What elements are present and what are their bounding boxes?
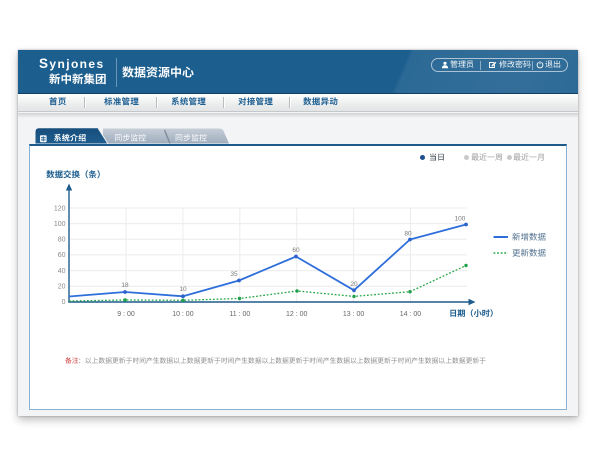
svg-text:20: 20: [58, 284, 66, 291]
svg-text:120: 120: [54, 205, 66, 212]
svg-text:40: 40: [58, 268, 66, 275]
svg-text:100: 100: [455, 215, 466, 222]
svg-text:60: 60: [58, 252, 66, 259]
svg-text:20: 20: [350, 281, 358, 288]
svg-text:80: 80: [404, 230, 412, 237]
svg-text:9 : 00: 9 : 00: [117, 311, 135, 318]
svg-text:12 : 00: 12 : 00: [286, 311, 308, 318]
svg-text:35: 35: [230, 271, 238, 278]
svg-text:10: 10: [179, 286, 187, 293]
svg-text:18: 18: [121, 282, 129, 289]
svg-text:100: 100: [54, 221, 66, 228]
svg-text:11 : 00: 11 : 00: [229, 311, 250, 318]
svg-text:60: 60: [292, 247, 300, 254]
svg-text:80: 80: [58, 237, 66, 244]
svg-text:14 : 00: 14 : 00: [400, 311, 422, 318]
svg-text:0: 0: [62, 299, 66, 306]
svg-text:10 : 00: 10 : 00: [172, 311, 194, 318]
svg-text:13 : 00: 13 : 00: [343, 311, 365, 318]
